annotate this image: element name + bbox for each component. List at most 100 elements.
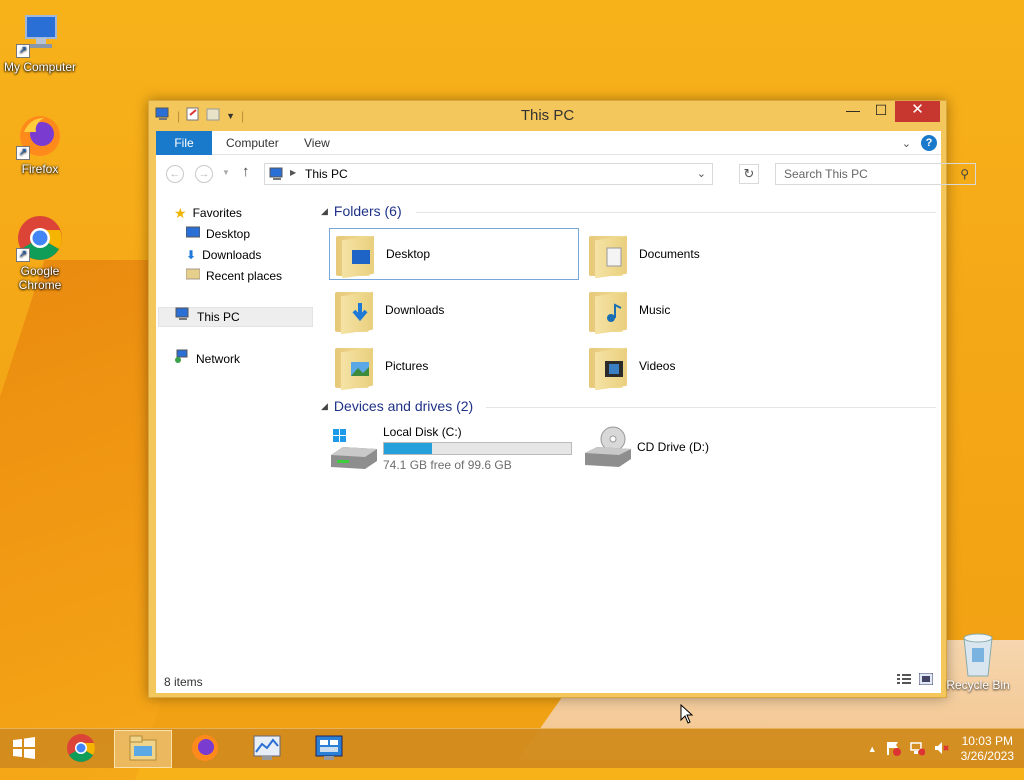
nav-item-recent-places[interactable]: Recent places [185,266,283,286]
control-panel-icon [314,734,344,765]
search-placeholder: Search This PC [784,167,868,181]
nav-item-downloads[interactable]: ⬇ Downloads [186,245,261,265]
taskbar-control-panel[interactable] [300,730,358,768]
chrome-icon: ↗ [16,214,64,262]
folder-label: Documents [639,247,700,261]
desktop-icon [185,224,201,244]
help-icon[interactable]: ? [921,135,937,151]
folder-icon [335,344,375,391]
show-hidden-icons-icon[interactable]: ▲ [868,744,877,754]
drive-local-disk-c[interactable]: Local Disk (C:) 74.1 GB free of 99.6 GB [329,425,572,472]
desktop-icon-recycle-bin[interactable]: Recycle Bin [940,630,1016,692]
expand-ribbon-icon[interactable]: ⌄ [902,137,911,150]
back-button[interactable]: ← [166,165,184,183]
navigation-pane: ★ Favorites Desktop ⬇ Downloads Recent p… [156,193,316,663]
folders-group-header[interactable]: ◢ Folders (6) [321,203,402,219]
maximize-button[interactable]: ☐ [867,101,895,122]
folder-label: Pictures [385,359,429,373]
system-tray: ▲ 10:03 PM 3/26/2023 [868,729,1024,769]
details-view-icon[interactable] [897,673,911,688]
close-button[interactable]: ✕ [895,101,940,122]
drive-cd-d[interactable]: CD Drive (D:) [583,425,709,469]
nav-item-label: Network [196,352,241,366]
collapse-icon[interactable]: ◢ [321,401,328,412]
desktop-icon-google-chrome[interactable]: ↗ Google Chrome [0,214,80,292]
folder-label: Desktop [386,247,431,261]
drive-label: Local Disk (C:) [383,425,462,439]
folder-music[interactable]: Music [583,284,833,336]
nav-item-this-pc[interactable]: This PC [158,307,313,327]
forward-button[interactable]: → [195,165,213,183]
taskbar-file-explorer[interactable] [114,730,172,768]
action-center-flag-icon[interactable] [885,740,901,759]
nav-item-favorites[interactable]: ★ Favorites [174,203,242,223]
firefox-icon: ↗ [16,112,64,160]
folder-videos[interactable]: Videos [583,340,833,392]
recent-places-icon [185,266,201,286]
star-icon: ★ [174,205,187,221]
start-button[interactable] [0,730,48,768]
title-bar[interactable]: | ▼ | This PC — ☐ ✕ [149,101,946,131]
drive-usage-fill [384,443,432,454]
nav-item-label: Downloads [202,248,262,262]
folder-icon [589,288,629,335]
folder-desktop[interactable]: Desktop [329,228,579,280]
clock[interactable]: 10:03 PM 3/26/2023 [957,734,1024,764]
recent-locations-icon[interactable]: ▼ [222,168,230,177]
devices-group-header[interactable]: ◢ Devices and drives (2) [321,398,473,414]
taskbar-firefox[interactable] [176,730,234,768]
chrome-icon [66,733,96,766]
desktop-icon-label: My Computer [3,60,77,74]
up-button[interactable]: ↑ [242,163,250,180]
folder-downloads[interactable]: Downloads [329,284,579,336]
nav-item-desktop[interactable]: Desktop [185,224,250,244]
refresh-button[interactable]: ↻ [739,164,759,184]
volume-muted-icon[interactable] [933,740,949,759]
window-title: This PC [520,107,575,124]
desktop-icon-label: Recycle Bin [946,678,1010,692]
search-icon[interactable]: ⚲ [960,167,969,181]
drive-usage-bar [383,442,572,455]
file-explorer-icon [128,734,158,765]
computer-icon [269,167,285,184]
desktop-icon-firefox[interactable]: ↗ Firefox [0,112,80,176]
drive-free-space: 74.1 GB free of 99.6 GB [383,458,512,472]
nav-item-network[interactable]: Network [174,349,240,369]
taskbar-chrome[interactable] [52,730,110,768]
folder-icon [589,232,629,279]
tab-file[interactable]: File [156,131,212,155]
tab-computer[interactable]: Computer [212,131,293,155]
hard-drive-icon [329,427,379,471]
status-bar: 8 items [156,667,941,693]
desktop-icon-label: Firefox [21,162,59,176]
firefox-icon [190,733,220,766]
nav-item-label: Recent places [206,269,283,283]
cd-drive-icon [583,425,633,469]
folder-icon [336,232,376,279]
network-status-icon[interactable] [909,740,926,759]
folder-icon [589,344,629,391]
address-bar[interactable]: ▶ This PC ⌄ [264,163,713,185]
explorer-window: | ▼ | This PC — ☐ ✕ File Computer View ⌄… [148,100,976,698]
folder-pictures[interactable]: Pictures [329,340,579,392]
group-title: Folders (6) [333,203,402,219]
drive-label: CD Drive (D:) [637,440,709,454]
navigation-bar: ← → ▼ ↑ ▶ This PC ⌄ ↻ Search This PC ⚲ [156,155,976,193]
folder-documents[interactable]: Documents [583,228,833,280]
tab-view[interactable]: View [290,131,344,155]
computer-icon: ↗ [16,10,64,58]
large-icons-view-icon[interactable] [918,672,934,688]
mouse-cursor [680,703,694,727]
clock-date: 3/26/2023 [960,749,1014,763]
search-input[interactable]: Search This PC ⚲ [775,163,976,185]
content-area: ◢ Folders (6) Desktop Documents Download… [321,193,936,663]
collapse-icon[interactable]: ◢ [321,206,328,217]
taskbar-resource-monitor[interactable] [238,730,296,768]
chevron-down-icon[interactable]: ⌄ [697,167,706,180]
monitor-chart-icon [252,734,282,765]
chevron-right-icon[interactable]: ▶ [290,168,296,177]
minimize-button[interactable]: — [839,101,867,122]
folder-label: Videos [639,359,676,373]
computer-icon [175,307,191,327]
desktop-icon-my-computer[interactable]: ↗ My Computer [0,10,80,74]
